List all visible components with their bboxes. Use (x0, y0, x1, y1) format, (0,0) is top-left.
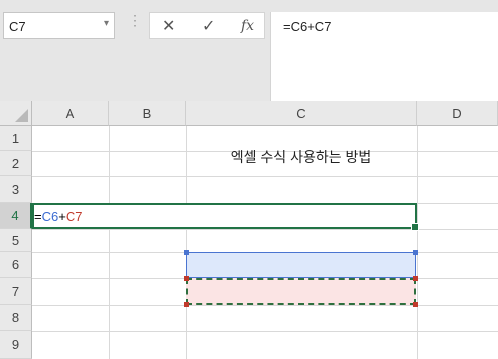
formula-plus: + (58, 209, 66, 224)
name-box-value: C7 (9, 19, 26, 34)
row-header-5[interactable]: 5 (0, 229, 32, 252)
cell-formula-editor[interactable]: =C6+C7 (34, 209, 82, 224)
chevron-down-icon[interactable]: ▾ (104, 18, 109, 29)
formula-bar-area: C7 ▾ ⋮ ✕ ✓ fx =C6+C7 (0, 0, 498, 101)
column-header-b[interactable]: B (109, 101, 186, 126)
column-header-c[interactable]: C (186, 101, 417, 126)
row-header-1[interactable]: 1 (0, 126, 32, 151)
row-header-9[interactable]: 9 (0, 331, 32, 359)
column-gridline (417, 126, 418, 359)
formula-equals: = (34, 209, 42, 224)
name-box[interactable]: C7 ▾ (3, 12, 115, 39)
formula-input[interactable]: =C6+C7 (270, 12, 498, 101)
row-gridline (32, 176, 498, 177)
formula-ref-c7: C7 (65, 209, 83, 224)
column-header-d[interactable]: D (417, 101, 498, 126)
formula-ref-c6: C6 (41, 209, 59, 224)
active-cell-a4[interactable]: =C6+C7 (32, 203, 419, 231)
row-gridline (32, 229, 498, 230)
reference-handle[interactable] (184, 250, 189, 255)
row-header-3[interactable]: 3 (0, 176, 32, 203)
enter-icon[interactable]: ✓ (202, 16, 215, 36)
row-gridline (32, 305, 498, 306)
row-header-2[interactable]: 2 (0, 151, 32, 176)
cancel-icon[interactable]: ✕ (162, 16, 175, 36)
worksheet-grid[interactable]: A B C D 1 2 3 4 5 6 7 8 9 엑셀 수식 사용하는 방법 … (0, 101, 498, 359)
cell-c6-reference-highlight[interactable] (184, 250, 418, 278)
reference-handle[interactable] (413, 302, 418, 307)
reference-handle[interactable] (184, 276, 189, 281)
column-header-a[interactable]: A (32, 101, 109, 126)
insert-function-icon[interactable]: fx (241, 18, 254, 34)
drag-handle-icon[interactable]: ⋮ (128, 12, 142, 29)
row-header-8[interactable]: 8 (0, 305, 32, 331)
row-header-6[interactable]: 6 (0, 252, 32, 278)
row-gridline (32, 331, 498, 332)
reference-handle[interactable] (413, 276, 418, 281)
fill-handle[interactable] (411, 223, 419, 231)
select-all-triangle-icon (15, 109, 28, 122)
reference-handle[interactable] (413, 250, 418, 255)
formula-text: =C6+C7 (283, 19, 332, 34)
column-gridline (109, 126, 110, 359)
row-header-7[interactable]: 7 (0, 278, 32, 305)
select-all-button[interactable] (0, 101, 32, 126)
reference-handle[interactable] (184, 302, 189, 307)
cell-c7-reference-highlight[interactable] (184, 276, 418, 307)
row-header-4[interactable]: 4 (0, 203, 32, 229)
formula-buttons: ✕ ✓ fx (149, 12, 265, 39)
cell-c1-title[interactable]: 엑셀 수식 사용하는 방법 (186, 147, 416, 167)
